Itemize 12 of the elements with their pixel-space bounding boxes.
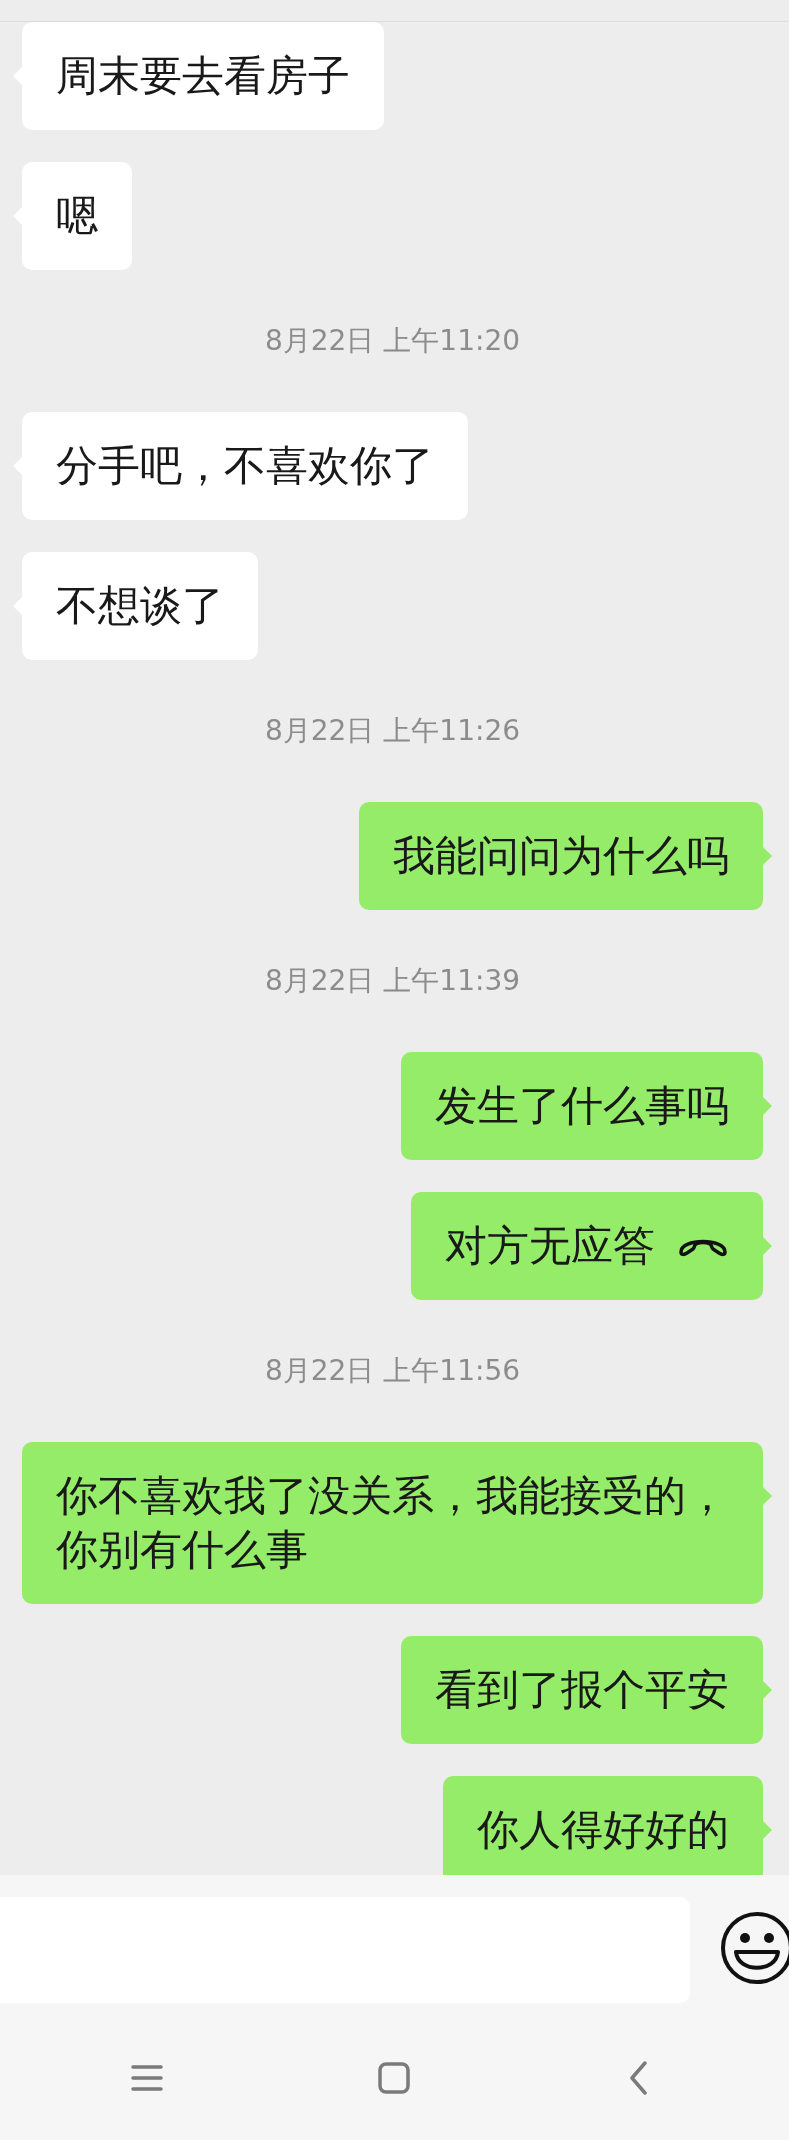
timestamp: 8月22日 上午11:20 [264,324,520,358]
bubble-tail [763,1097,772,1115]
bubble-tail [763,1681,772,1699]
smiley-icon[interactable] [720,1911,789,1985]
bubble-tail [763,1821,772,1839]
call-status-text: 对方无应答 [445,1220,655,1272]
bubble-tail [763,847,772,865]
timestamp: 8月22日 上午11:56 [264,1354,520,1388]
bubble-tail [763,1487,772,1505]
timestamp: 8月22日 上午11:26 [264,714,520,748]
timestamp: 8月22日 上午11:39 [264,964,520,998]
home-square-icon[interactable] [376,2060,411,2095]
